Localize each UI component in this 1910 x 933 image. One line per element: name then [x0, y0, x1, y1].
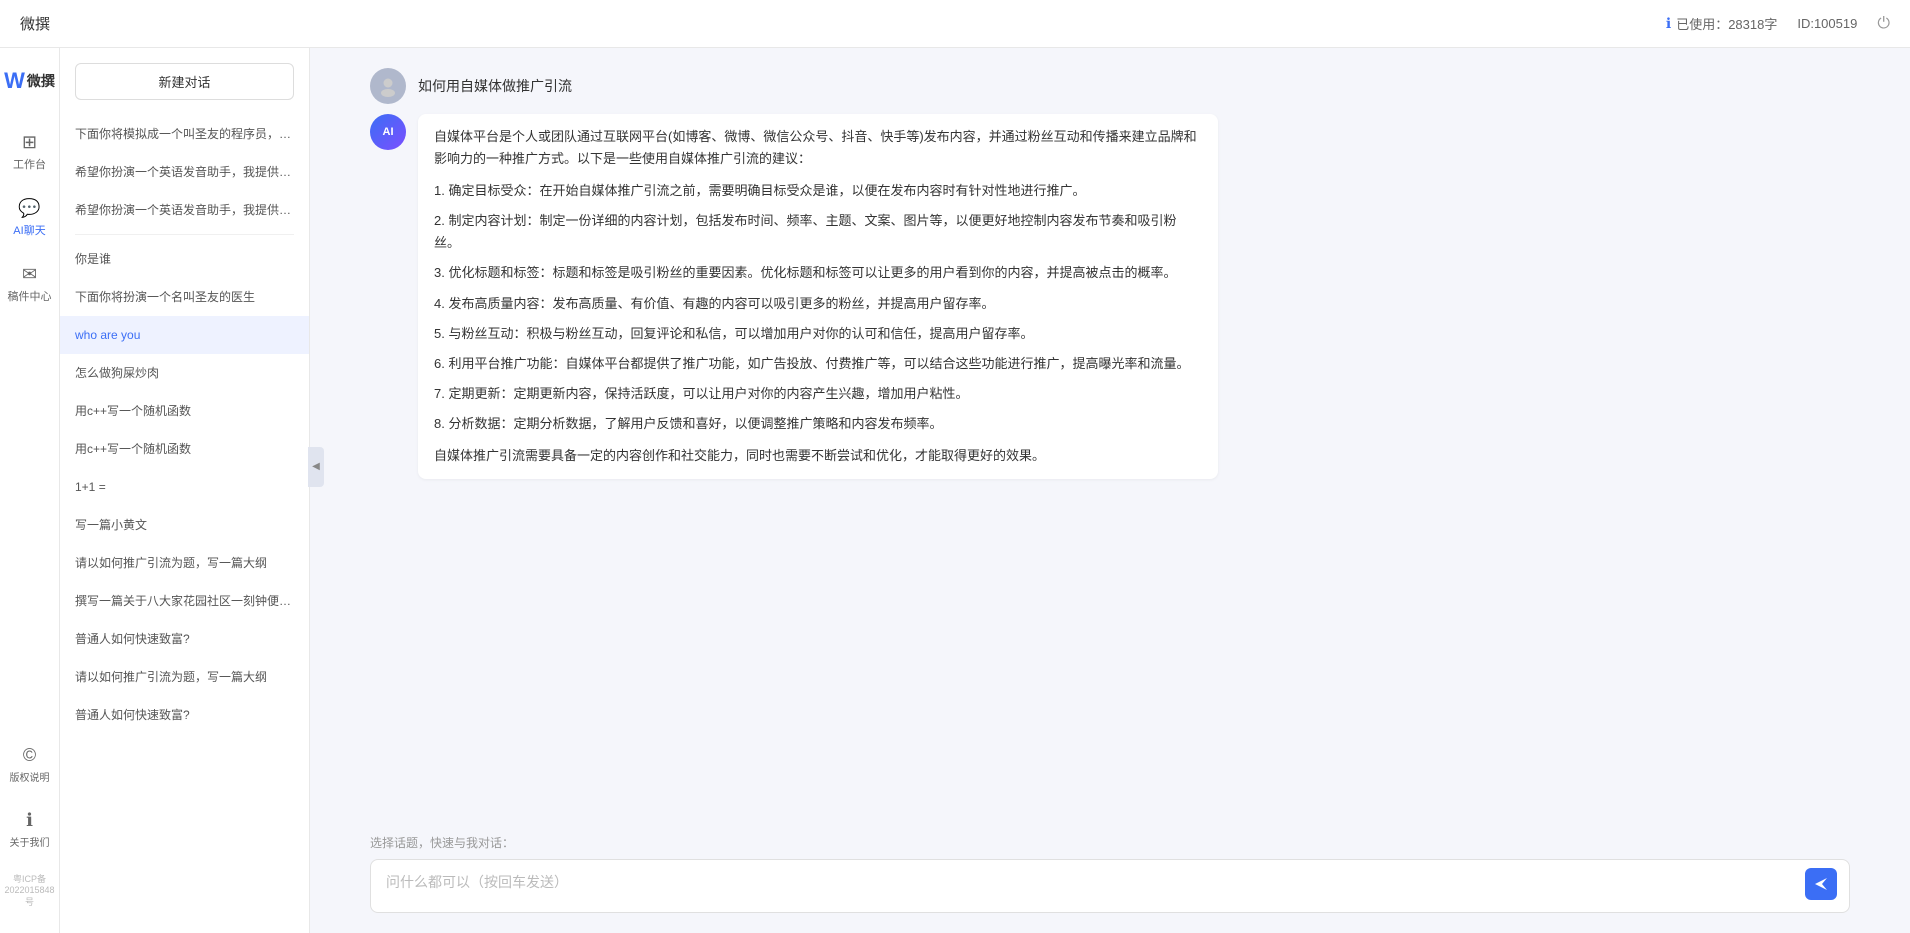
nav-bottom: © 版权说明 ℹ 关于我们 粤ICP备2022015848号 [0, 737, 59, 913]
about-icon: ℹ [26, 810, 33, 831]
input-box [370, 859, 1850, 913]
usage-icon: ℹ [1666, 15, 1671, 32]
sidebar-item-drafts[interactable]: ✉ 稿件中心 [0, 256, 59, 312]
aichat-label: AI聊天 [13, 222, 45, 238]
history-item[interactable]: 写一篇小黄文 [60, 506, 309, 544]
icp-text: 粤ICP备2022015848号 [0, 867, 59, 913]
chat-input-area: 选择话题，快速与我对话： [310, 824, 1910, 933]
user-avatar [370, 68, 406, 104]
ai-para-4: 4. 发布高质量内容：发布高质量、有价值、有趣的内容可以吸引更多的粉丝，并提高用… [434, 293, 1202, 315]
about-label: 关于我们 [10, 834, 50, 849]
sidebar-item-about[interactable]: ℹ 关于我们 [0, 802, 59, 857]
history-item[interactable]: 怎么做狗屎炒肉 [60, 354, 309, 392]
ai-para-9: 自媒体推广引流需要具备一定的内容创作和社交能力，同时也需要不断尝试和优化，才能取… [434, 445, 1202, 467]
send-button[interactable] [1805, 868, 1837, 900]
ai-para-3: 3. 优化标题和标签：标题和标签是吸引粉丝的重要因素。优化标题和标签可以让更多的… [434, 262, 1202, 284]
user-question-text: 如何用自媒体做推广引流 [418, 76, 572, 96]
drafts-icon: ✉ [22, 264, 37, 285]
ai-message-bubble: 自媒体平台是个人或团队通过互联网平台(如博客、微博、微信公众号、抖音、快手等)发… [418, 114, 1218, 479]
copyright-label: 版权说明 [10, 769, 50, 784]
history-item[interactable]: 希望你扮演一个英语发音助手，我提供给你... [60, 153, 309, 191]
sidebar-item-copyright[interactable]: © 版权说明 [0, 737, 59, 792]
input-wrapper [370, 859, 1850, 913]
copyright-icon: © [23, 745, 36, 766]
sidebar-narrow: W 微撰 ⊞ 工作台 💬 AI聊天 ✉ 稿件中心 © 版权说明 ℹ 关于我们 粤… [0, 48, 60, 933]
topbar-title: 微撰 [20, 13, 1666, 34]
history-item[interactable]: 希望你扮演一个英语发音助手，我提供给你... [60, 191, 309, 229]
ai-para-8: 8. 分析数据：定期分析数据，了解用户反馈和喜好，以便调整推广策略和内容发布频率… [434, 413, 1202, 435]
main-layout: W 微撰 ⊞ 工作台 💬 AI聊天 ✉ 稿件中心 © 版权说明 ℹ 关于我们 粤… [0, 48, 1910, 933]
topbar: 微撰 ℹ 已使用：28318字 ID:100519 ⏻ [0, 0, 1910, 48]
logo-icon: W [4, 68, 25, 94]
chat-input[interactable] [386, 872, 1799, 900]
history-item[interactable]: 1+1 = [60, 468, 309, 506]
history-item[interactable]: 普通人如何快速致富? [60, 620, 309, 658]
ai-para-0: 自媒体平台是个人或团队通过互联网平台(如博客、微博、微信公众号、抖音、快手等)发… [434, 126, 1202, 170]
ai-para-5: 5. 与粉丝互动：积极与粉丝互动，回复评论和私信，可以增加用户对你的认可和信任，… [434, 323, 1202, 345]
sidebar-toggle-button[interactable]: ◀ [308, 447, 324, 487]
sidebar-item-aichat[interactable]: 💬 AI聊天 [0, 190, 59, 246]
history-item[interactable]: 用c++写一个随机函数 [60, 430, 309, 468]
history-item[interactable]: 用c++写一个随机函数 [60, 392, 309, 430]
topbar-id: ID:100519 [1797, 16, 1857, 31]
logout-button[interactable]: ⏻ [1877, 15, 1890, 33]
workbench-label: 工作台 [13, 156, 46, 172]
drafts-label: 稿件中心 [8, 288, 52, 304]
ai-para-6: 6. 利用平台推广功能：自媒体平台都提供了推广功能，如广告投放、付费推广等，可以… [434, 353, 1202, 375]
usage-text: 已使用：28318字 [1676, 14, 1777, 33]
ai-para-1: 1. 确定目标受众：在开始自媒体推广引流之前，需要明确目标受众是谁，以便在发布内… [434, 180, 1202, 202]
history-divider [75, 234, 294, 235]
sidebar-history: 新建对话 下面你将模拟成一个叫圣友的程序员，我说... 希望你扮演一个英语发音助… [60, 48, 310, 933]
ai-message-row: AI 自媒体平台是个人或团队通过互联网平台(如博客、微博、微信公众号、抖音、快手… [370, 114, 1850, 479]
user-question-row: 如何用自媒体做推广引流 [370, 68, 1850, 104]
ai-para-2: 2. 制定内容计划：制定一份详细的内容计划，包括发布时间、频率、主题、文案、图片… [434, 210, 1202, 254]
history-item[interactable]: 下面你将扮演一个名叫圣友的医生 [60, 278, 309, 316]
history-item[interactable]: 请以如何推广引流为题，写一篇大纲 [60, 658, 309, 696]
topbar-right: ℹ 已使用：28318字 ID:100519 ⏻ [1666, 14, 1890, 33]
history-item[interactable]: 普通人如何快速致富? [60, 696, 309, 734]
chat-area: 如何用自媒体做推广引流 AI 自媒体平台是个人或团队通过互联网平台(如博客、微博… [310, 48, 1910, 933]
history-item-active[interactable]: who are you [60, 316, 309, 354]
aichat-icon: 💬 [18, 198, 40, 219]
chat-messages: 如何用自媒体做推广引流 AI 自媒体平台是个人或团队通过互联网平台(如博客、微博… [310, 48, 1910, 824]
logo-text: 微撰 [27, 71, 55, 91]
new-chat-button[interactable]: 新建对话 [75, 63, 294, 100]
history-item[interactable]: 下面你将模拟成一个叫圣友的程序员，我说... [60, 115, 309, 153]
ai-avatar: AI [370, 114, 406, 150]
logo-area: W 微撰 [4, 68, 55, 94]
topbar-usage: ℹ 已使用：28318字 [1666, 14, 1777, 33]
history-list: 下面你将模拟成一个叫圣友的程序员，我说... 希望你扮演一个英语发音助手，我提供… [60, 110, 309, 933]
history-item[interactable]: 撰写一篇关于八大家花园社区一刻钟便民生... [60, 582, 309, 620]
history-item[interactable]: 你是谁 [60, 240, 309, 278]
history-item[interactable]: 请以如何推广引流为题，写一篇大纲 [60, 544, 309, 582]
sidebar-item-workbench[interactable]: ⊞ 工作台 [0, 124, 59, 180]
ai-para-7: 7. 定期更新：定期更新内容，保持活跃度，可以让用户对你的内容产生兴趣，增加用户… [434, 383, 1202, 405]
quick-topics-label: 选择话题，快速与我对话： [370, 834, 1850, 851]
workbench-icon: ⊞ [22, 132, 37, 153]
